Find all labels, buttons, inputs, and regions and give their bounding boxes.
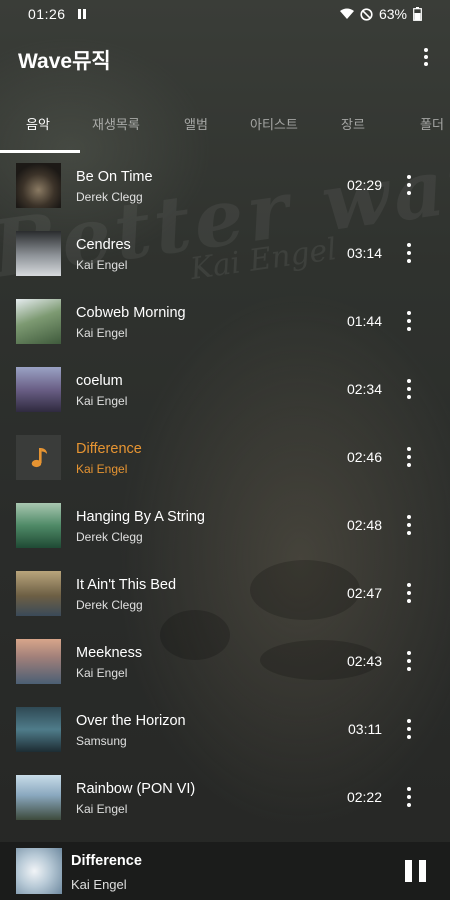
battery-percentage: 63% bbox=[378, 6, 407, 22]
song-more-icon[interactable] bbox=[402, 175, 416, 195]
tab-folders[interactable]: 폴더 bbox=[420, 114, 444, 133]
song-artist: Kai Engel bbox=[76, 394, 128, 408]
tab-music[interactable]: 음악 bbox=[26, 114, 50, 133]
album-thumbnail bbox=[16, 299, 61, 344]
album-thumbnail bbox=[16, 435, 61, 480]
song-artist: Derek Clegg bbox=[76, 190, 143, 204]
song-title: coelum bbox=[76, 373, 123, 389]
now-playing-title: Difference bbox=[71, 853, 142, 869]
song-title: Cendres bbox=[76, 237, 131, 253]
song-duration: 03:14 bbox=[346, 245, 382, 261]
status-indicators: 63% bbox=[339, 6, 422, 22]
album-thumbnail bbox=[16, 163, 61, 208]
album-thumbnail bbox=[16, 707, 61, 752]
media-pause-status-icon bbox=[78, 9, 86, 19]
song-more-icon[interactable] bbox=[402, 379, 416, 399]
tab-bar: 음악 재생목록 앨범 아티스트 장르 폴더 bbox=[0, 104, 450, 153]
album-thumbnail bbox=[16, 775, 61, 820]
song-row[interactable]: coelum Kai Engel 02:34 bbox=[0, 356, 450, 424]
status-time: 01:26 bbox=[28, 6, 66, 22]
album-thumbnail bbox=[16, 367, 61, 412]
song-row[interactable]: Meekness Kai Engel 02:43 bbox=[0, 628, 450, 696]
song-duration: 02:43 bbox=[346, 653, 382, 669]
song-artist: Kai Engel bbox=[76, 462, 128, 476]
song-artist: Kai Engel bbox=[76, 258, 128, 272]
song-row[interactable]: Rainbow (PON VI) Kai Engel 02:22 bbox=[0, 764, 450, 832]
song-duration: 02:48 bbox=[346, 517, 382, 533]
song-more-icon[interactable] bbox=[402, 311, 416, 331]
song-more-icon[interactable] bbox=[402, 651, 416, 671]
song-row[interactable]: Cobweb Morning Kai Engel 01:44 bbox=[0, 288, 450, 356]
album-thumbnail bbox=[16, 503, 61, 548]
song-more-icon[interactable] bbox=[402, 447, 416, 467]
music-note-icon bbox=[31, 447, 47, 467]
album-thumbnail bbox=[16, 231, 61, 276]
song-more-icon[interactable] bbox=[402, 243, 416, 263]
wifi-icon bbox=[339, 8, 354, 19]
mini-player[interactable]: Difference Kai Engel bbox=[0, 842, 450, 900]
song-title: Be On Time bbox=[76, 169, 153, 185]
song-artist: Kai Engel bbox=[76, 326, 128, 340]
battery-icon bbox=[413, 7, 422, 21]
song-duration: 02:22 bbox=[346, 789, 382, 805]
status-bar: 01:26 63% bbox=[0, 0, 450, 28]
song-row-now-playing[interactable]: Difference Kai Engel 02:46 bbox=[0, 424, 450, 492]
tab-artists[interactable]: 아티스트 bbox=[250, 114, 298, 133]
song-more-icon[interactable] bbox=[402, 583, 416, 603]
song-more-icon[interactable] bbox=[402, 515, 416, 535]
song-artist: Derek Clegg bbox=[76, 530, 143, 544]
album-thumbnail bbox=[16, 571, 61, 616]
album-thumbnail bbox=[16, 639, 61, 684]
tab-playlists[interactable]: 재생목록 bbox=[92, 114, 140, 133]
song-more-icon[interactable] bbox=[402, 787, 416, 807]
song-row[interactable]: Be On Time Derek Clegg 02:29 bbox=[0, 152, 450, 220]
song-title: Meekness bbox=[76, 645, 143, 661]
song-more-icon[interactable] bbox=[402, 719, 416, 739]
song-title: Hanging By A String bbox=[76, 509, 205, 525]
song-row[interactable]: Over the Horizon Samsung 03:11 bbox=[0, 696, 450, 764]
tab-albums[interactable]: 앨범 bbox=[184, 114, 208, 133]
song-row[interactable]: Cendres Kai Engel 03:14 bbox=[0, 220, 450, 288]
song-duration: 03:11 bbox=[348, 721, 382, 737]
song-duration: 01:44 bbox=[346, 313, 382, 329]
song-title: Rainbow (PON VI) bbox=[76, 781, 196, 797]
song-duration: 02:34 bbox=[346, 381, 382, 397]
song-duration: 02:46 bbox=[346, 449, 382, 465]
song-duration: 02:47 bbox=[346, 585, 382, 601]
app-title: Wave뮤직 bbox=[18, 50, 111, 73]
song-title: It Ain't This Bed bbox=[76, 577, 177, 593]
song-artist: Kai Engel bbox=[76, 802, 128, 816]
do-not-disturb-icon bbox=[360, 7, 373, 21]
app-bar: Wave뮤직 bbox=[0, 28, 450, 86]
tab-genres[interactable]: 장르 bbox=[341, 114, 365, 133]
more-options-icon[interactable] bbox=[416, 46, 436, 68]
song-artist: Samsung bbox=[76, 734, 127, 748]
song-title: Cobweb Morning bbox=[76, 305, 186, 321]
song-title: Difference bbox=[76, 441, 142, 457]
song-row[interactable]: Hanging By A String Derek Clegg 02:48 bbox=[0, 492, 450, 560]
song-artist: Kai Engel bbox=[76, 666, 128, 680]
song-duration: 02:29 bbox=[346, 177, 382, 193]
song-title: Over the Horizon bbox=[76, 713, 186, 729]
pause-icon[interactable] bbox=[405, 860, 427, 882]
now-playing-thumbnail bbox=[16, 848, 62, 894]
song-artist: Derek Clegg bbox=[76, 598, 143, 612]
song-row[interactable]: It Ain't This Bed Derek Clegg 02:47 bbox=[0, 560, 450, 628]
now-playing-artist: Kai Engel bbox=[71, 877, 127, 892]
